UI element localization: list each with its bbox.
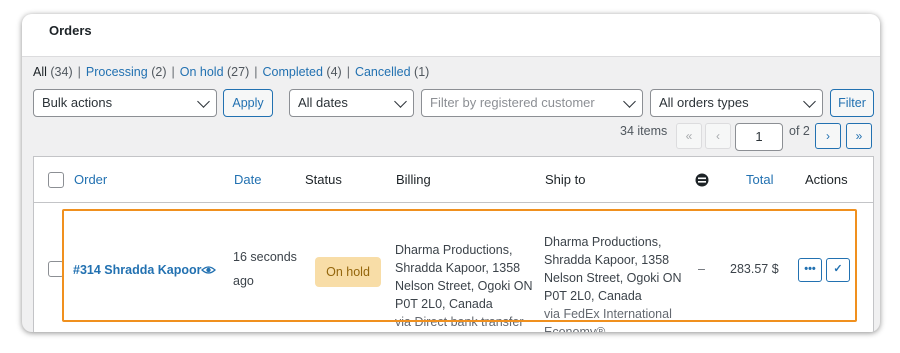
bulk-actions-select[interactable]: Bulk actions bbox=[33, 89, 217, 117]
apply-button[interactable]: Apply bbox=[223, 89, 273, 117]
filter-on-hold[interactable]: On hold (27) bbox=[180, 65, 250, 79]
status-filter-links: All (34) | Processing (2) | On hold (27) | Com… bbox=[33, 65, 430, 79]
filter-processing[interactable]: Processing (2) bbox=[86, 65, 167, 79]
complete-order-button[interactable]: ✓ bbox=[826, 258, 850, 282]
total-pages: of 2 bbox=[789, 124, 810, 138]
column-ship-to: Ship to bbox=[545, 172, 586, 187]
last-page-button[interactable]: » bbox=[846, 123, 872, 149]
order-total: 283.57 $ bbox=[730, 262, 779, 276]
billing-address: Dharma Productions, Shradda Kapoor, 1358… bbox=[395, 243, 533, 329]
origin-icon bbox=[695, 173, 709, 187]
page-header: Orders bbox=[22, 14, 880, 57]
order-date-line2: ago bbox=[233, 274, 254, 288]
chevron-down-icon bbox=[803, 95, 816, 108]
column-status: Status bbox=[305, 172, 342, 187]
filter-button[interactable]: Filter bbox=[830, 89, 874, 117]
shipping-address-link[interactable]: Dharma Productions, Shradda Kapoor, 1358… bbox=[544, 233, 682, 305]
next-page-button[interactable]: › bbox=[815, 123, 841, 149]
chevron-down-icon bbox=[623, 95, 636, 108]
shipping-method: via FedEx International bbox=[544, 307, 672, 321]
column-order[interactable]: Order bbox=[74, 172, 107, 187]
chevron-down-icon bbox=[394, 95, 407, 108]
shipping-address: Dharma Productions, Shradda Kapoor, 1358… bbox=[544, 233, 682, 332]
more-actions-button[interactable]: ••• bbox=[798, 258, 822, 282]
filter-completed[interactable]: Completed (4) bbox=[262, 65, 341, 79]
chevron-down-icon bbox=[197, 95, 210, 108]
status-badge: On hold bbox=[315, 257, 381, 287]
table-row[interactable]: #314 Shradda Kapoor 16 seconds ago On ho… bbox=[34, 203, 873, 332]
column-date[interactable]: Date bbox=[234, 172, 261, 187]
orders-table: Order Date Status Billing Ship to Total … bbox=[33, 156, 874, 332]
filter-all[interactable]: All (34) bbox=[33, 65, 73, 79]
billing-payment-method: via Direct bank transfer bbox=[395, 315, 524, 329]
select-all-checkbox[interactable] bbox=[48, 172, 64, 188]
order-type-select[interactable]: All orders types bbox=[650, 89, 823, 117]
eye-icon[interactable] bbox=[201, 265, 216, 275]
first-page-button[interactable]: « bbox=[676, 123, 702, 149]
current-page-input[interactable]: 1 bbox=[735, 123, 783, 151]
orders-panel: Orders All (34) | Processing (2) | On hold (… bbox=[22, 14, 880, 332]
table-header: Order Date Status Billing Ship to Total … bbox=[34, 157, 873, 203]
column-total[interactable]: Total bbox=[746, 172, 773, 187]
shipping-method-cont: Economy® bbox=[544, 325, 606, 332]
column-billing: Billing bbox=[396, 172, 431, 187]
prev-page-button[interactable]: ‹ bbox=[705, 123, 731, 149]
column-actions: Actions bbox=[805, 172, 848, 187]
customer-filter-select[interactable]: Filter by registered customer bbox=[421, 89, 643, 117]
origin-value: – bbox=[698, 262, 705, 276]
filter-cancelled[interactable]: Cancelled (1) bbox=[355, 65, 429, 79]
order-link[interactable]: #314 Shradda Kapoor bbox=[73, 261, 202, 279]
items-count: 34 items bbox=[620, 124, 668, 138]
order-date-line1: 16 seconds bbox=[233, 250, 297, 264]
date-filter-select[interactable]: All dates bbox=[289, 89, 414, 117]
page-title: Orders bbox=[49, 23, 92, 38]
row-checkbox[interactable] bbox=[48, 261, 64, 277]
